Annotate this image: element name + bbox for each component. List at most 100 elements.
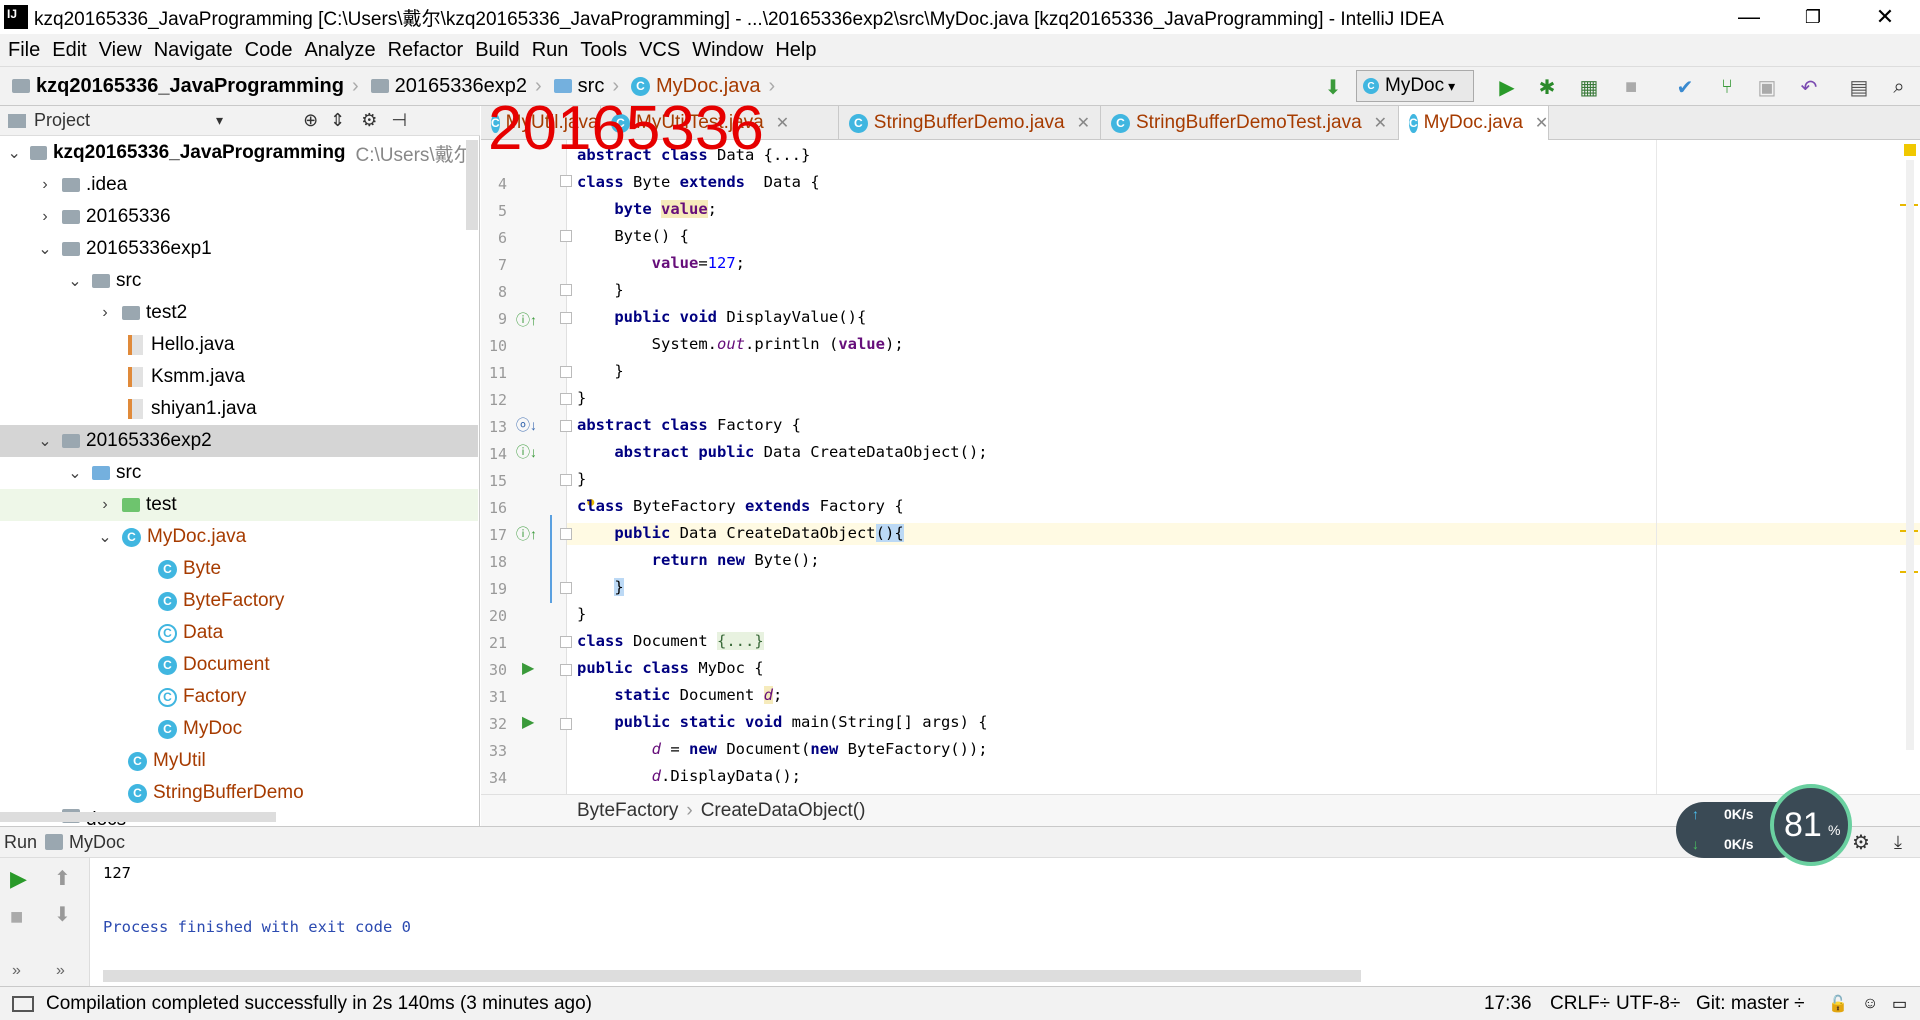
fold-marker[interactable] — [560, 420, 572, 432]
project-panel-title[interactable]: Project — [34, 110, 90, 131]
update-project-icon[interactable]: ⬇ — [1320, 74, 1346, 100]
vcs-compare-icon[interactable]: ▣ — [1754, 74, 1780, 100]
line-separator[interactable]: CRLF÷ — [1550, 993, 1610, 1015]
chevron-down-icon[interactable]: ▾ — [216, 112, 223, 129]
tree-item-myutil[interactable]: C MyUtil — [0, 745, 478, 777]
run-icon[interactable]: ▶ — [1494, 74, 1520, 100]
breadcrumb-class[interactable]: ByteFactory — [577, 800, 678, 822]
fold-marker[interactable] — [560, 718, 572, 730]
tree-item-exp2-src[interactable]: ⌄ src — [0, 457, 478, 489]
menu-tools[interactable]: Tools — [580, 39, 627, 62]
breadcrumb-method[interactable]: CreateDataObject() — [701, 800, 866, 822]
tree-item-class-bytefactory[interactable]: C ByteFactory — [0, 585, 478, 617]
menu-help[interactable]: Help — [775, 39, 816, 62]
run-tab-label[interactable]: MyDoc — [69, 832, 125, 853]
menu-view[interactable]: View — [99, 39, 142, 62]
menu-analyze[interactable]: Analyze — [304, 39, 375, 62]
fold-marker[interactable] — [560, 175, 572, 187]
tree-item-mydoc-java[interactable]: ⌄ C MyDoc.java — [0, 521, 478, 553]
revert-icon[interactable]: ↶ — [1796, 74, 1822, 100]
status-message[interactable]: Compilation completed successfully in 2s… — [46, 993, 592, 1015]
tree-item-class-data[interactable]: C Data — [0, 617, 478, 649]
sidebar-horizontal-scrollbar[interactable] — [0, 812, 276, 822]
fold-marker[interactable] — [560, 366, 572, 378]
fold-marker[interactable] — [560, 582, 572, 594]
close-icon[interactable]: ✕ — [1077, 113, 1090, 133]
stop-icon[interactable]: ■ — [1618, 74, 1644, 100]
restore-button[interactable]: ❐ — [1784, 0, 1842, 34]
expand-icon[interactable]: » — [56, 962, 65, 980]
overridden-marker-icon[interactable]: ⓞ↓ — [516, 415, 537, 435]
coverage-icon[interactable]: ▦ — [1576, 74, 1602, 100]
tab-stringbufferdemotest[interactable]: C StringBufferDemoTest.java ✕ — [1101, 106, 1399, 140]
sidebar-scrollbar[interactable] — [466, 140, 478, 230]
menu-file[interactable]: File — [8, 39, 40, 62]
project-structure-icon[interactable]: ▤ — [1846, 74, 1872, 100]
fold-marker[interactable] — [560, 528, 572, 540]
warning-indicator-icon[interactable] — [1904, 144, 1916, 156]
implemented-marker-icon[interactable]: ⓘ↓ — [516, 442, 537, 462]
gear-icon[interactable]: ⚙ — [361, 110, 377, 131]
menu-code[interactable]: Code — [245, 39, 293, 62]
run-config-select[interactable]: C MyDoc ▾ — [1356, 70, 1474, 102]
tree-item-ksmm-java[interactable]: Ksmm.java — [0, 361, 478, 393]
tree-item-test[interactable]: › test — [0, 489, 478, 521]
vcs-update-icon[interactable]: ✔ — [1672, 74, 1698, 100]
stop-icon[interactable]: ■ — [10, 904, 23, 930]
menu-navigate[interactable]: Navigate — [154, 39, 233, 62]
arrow-up-icon[interactable]: ⬆ — [54, 866, 71, 891]
close-icon[interactable]: ✕ — [1535, 113, 1548, 133]
tree-item-exp2[interactable]: ⌄ 20165336exp2 — [0, 425, 478, 457]
fold-marker[interactable] — [560, 312, 572, 324]
menu-run[interactable]: Run — [532, 39, 569, 62]
collapse-all-icon[interactable]: ⇕ — [330, 110, 345, 131]
tree-item-project-root[interactable]: ⌄ kzq20165336_JavaProgramming C:\Users\戴尔\ — [0, 137, 478, 169]
editor-scrollbar[interactable] — [1906, 160, 1914, 750]
implements-marker-icon[interactable]: ⓘ↑ — [516, 310, 537, 330]
fold-marker[interactable] — [560, 284, 572, 296]
file-encoding[interactable]: UTF-8÷ — [1616, 993, 1680, 1015]
breadcrumb-project[interactable]: kzq20165336_JavaProgramming › — [12, 75, 359, 98]
tree-item-class-factory[interactable]: C Factory — [0, 681, 478, 713]
run-class-gutter-icon[interactable]: ▶ — [522, 658, 534, 678]
close-button[interactable]: ✕ — [1856, 0, 1914, 34]
debug-icon[interactable]: ✱ — [1534, 74, 1560, 100]
run-main-gutter-icon[interactable]: ▶ — [522, 712, 534, 732]
tree-item-idea[interactable]: › .idea — [0, 169, 478, 201]
minimize-button[interactable]: — — [1720, 0, 1778, 34]
fold-marker[interactable] — [560, 393, 572, 405]
locate-icon[interactable]: ⊕ — [303, 110, 318, 131]
console-horizontal-scrollbar[interactable] — [103, 970, 1361, 982]
close-icon[interactable]: ✕ — [1374, 113, 1387, 133]
menu-window[interactable]: Window — [692, 39, 763, 62]
tree-item-stringbufferdemo[interactable]: C StringBufferDemo — [0, 777, 478, 809]
tool-windows-icon[interactable] — [12, 995, 34, 1012]
vcs-commit-icon[interactable]: ⑂ — [1714, 74, 1740, 100]
fold-marker[interactable] — [560, 664, 572, 676]
menu-refactor[interactable]: Refactor — [388, 39, 464, 62]
event-log-icon[interactable]: ▭ — [1892, 994, 1907, 1014]
tree-item-class-document[interactable]: C Document — [0, 649, 478, 681]
hide-panel-icon[interactable]: ⤓ — [1894, 832, 1902, 853]
git-branch[interactable]: Git: master ÷ — [1696, 993, 1805, 1015]
tree-item-class-byte[interactable]: C Byte — [0, 553, 478, 585]
menu-edit[interactable]: Edit — [52, 39, 86, 62]
tree-item-hello-java[interactable]: Hello.java — [0, 329, 478, 361]
search-icon[interactable]: ⌕ — [1886, 74, 1912, 100]
menu-vcs[interactable]: VCS — [639, 39, 680, 62]
lock-icon[interactable]: 🔓 — [1828, 994, 1848, 1014]
inspector-icon[interactable]: ☺ — [1862, 995, 1878, 1013]
tree-item-exp1-src[interactable]: ⌄ src — [0, 265, 478, 297]
tab-mydoc[interactable]: C MyDoc.java ✕ — [1399, 106, 1549, 140]
tree-item-test2[interactable]: › test2 — [0, 297, 478, 329]
tree-item-shiyan1-java[interactable]: shiyan1.java — [0, 393, 478, 425]
fold-marker[interactable] — [560, 474, 572, 486]
menu-build[interactable]: Build — [475, 39, 519, 62]
tree-item-exp1[interactable]: ⌄ 20165336exp1 — [0, 233, 478, 265]
implements-marker-icon[interactable]: ⓘ↑ — [516, 524, 537, 544]
arrow-down-icon[interactable]: ⬇ — [54, 902, 71, 927]
gear-icon[interactable]: ⚙ — [1852, 830, 1870, 855]
hide-panel-icon[interactable]: ⊣ — [391, 110, 407, 131]
fold-marker[interactable] — [560, 636, 572, 648]
rerun-icon[interactable]: ▶ — [10, 866, 27, 892]
